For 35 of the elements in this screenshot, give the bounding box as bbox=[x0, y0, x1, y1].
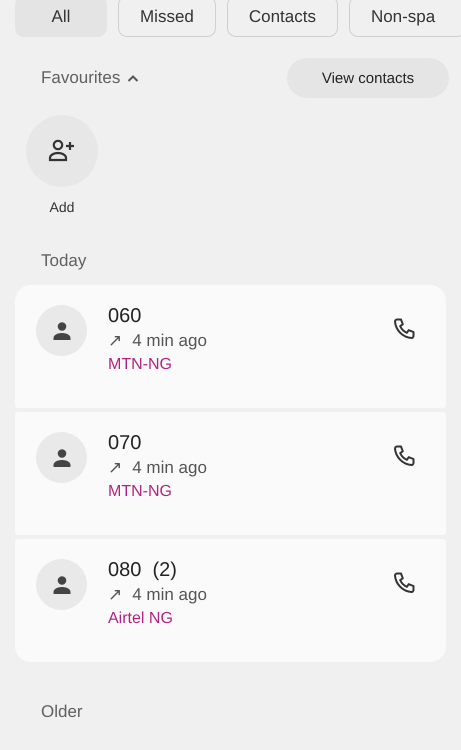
phone-icon bbox=[392, 571, 416, 595]
person-icon bbox=[52, 448, 72, 468]
call-log-card[interactable]: 060 ↗ 4 min ago MTN-NG bbox=[15, 285, 446, 408]
phone-icon bbox=[392, 317, 416, 341]
carrier-name: Airtel NG bbox=[108, 610, 174, 628]
view-contacts-button[interactable]: View contacts bbox=[287, 58, 449, 98]
call-time: 4 min ago bbox=[132, 458, 207, 478]
favourites-toggle[interactable]: Favourites bbox=[41, 68, 140, 88]
carrier-name: MTN-NG bbox=[108, 483, 173, 501]
phone-number: 080 (2) bbox=[108, 559, 178, 582]
favourites-title: Favourites bbox=[41, 68, 120, 88]
call-direction-arrow: ↗ bbox=[108, 331, 122, 351]
call-button[interactable] bbox=[392, 571, 416, 595]
person-icon bbox=[52, 320, 72, 340]
carrier-name: MTN-NG bbox=[108, 356, 173, 374]
section-title: Older bbox=[40, 701, 84, 723]
section-title: Today bbox=[40, 250, 88, 272]
call-direction-arrow: ↗ bbox=[108, 458, 122, 478]
call-log-card[interactable]: 080 (2) ↗ 4 min ago Airtel NG bbox=[15, 539, 446, 662]
phone-number: 060 bbox=[108, 305, 142, 328]
filter-chip[interactable]: All bbox=[15, 0, 107, 37]
filter-chip[interactable]: Contacts bbox=[226, 0, 338, 37]
add-person-icon bbox=[48, 139, 76, 163]
call-button[interactable] bbox=[392, 317, 416, 341]
phone-icon bbox=[392, 444, 416, 468]
call-time: 4 min ago bbox=[132, 585, 207, 605]
call-button[interactable] bbox=[392, 444, 416, 468]
call-log-card[interactable]: 070 ↗ 4 min ago MTN-NG bbox=[15, 412, 446, 535]
call-direction-arrow: ↗ bbox=[108, 585, 122, 605]
phone-number: 070 bbox=[108, 432, 142, 455]
filter-chip[interactable]: Non-spa bbox=[348, 0, 461, 37]
add-label: Add bbox=[50, 199, 74, 215]
filter-chip[interactable]: Missed bbox=[118, 0, 216, 37]
person-icon bbox=[52, 574, 72, 594]
call-time: 4 min ago bbox=[132, 331, 207, 351]
